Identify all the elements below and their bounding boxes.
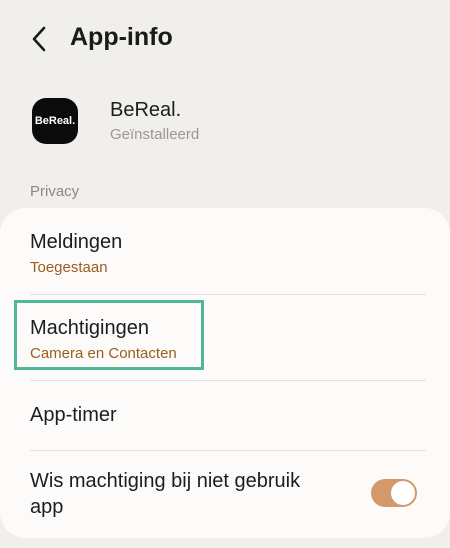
notifications-item[interactable]: Meldingen Toegestaan — [0, 208, 450, 294]
section-header-privacy: Privacy — [30, 183, 80, 200]
chevron-left-icon — [32, 26, 46, 52]
app-timer-item[interactable]: App-timer — [0, 381, 450, 449]
app-install-status: Geïnstalleerd — [110, 126, 200, 143]
toggle-knob — [391, 481, 415, 505]
app-timer-title: App-timer — [30, 404, 117, 426]
remove-permissions-toggle[interactable] — [371, 479, 417, 507]
top-app-bar: App-info — [0, 0, 450, 80]
permissions-highlight-box — [14, 300, 204, 370]
back-button[interactable] — [26, 24, 54, 54]
remove-permissions-title-line1: Wis machtiging bij niet gebruik — [30, 470, 301, 492]
notifications-title: Meldingen — [30, 231, 123, 253]
notifications-status: Toegestaan — [30, 259, 108, 276]
bereal-app-icon: BeReal. — [32, 98, 78, 144]
app-summary: BeReal. BeReal. Geïnstalleerd — [0, 90, 450, 160]
app-name: BeReal. — [110, 99, 182, 121]
remove-permissions-title-line2: app — [30, 496, 64, 518]
page-title: App-info — [70, 23, 173, 51]
